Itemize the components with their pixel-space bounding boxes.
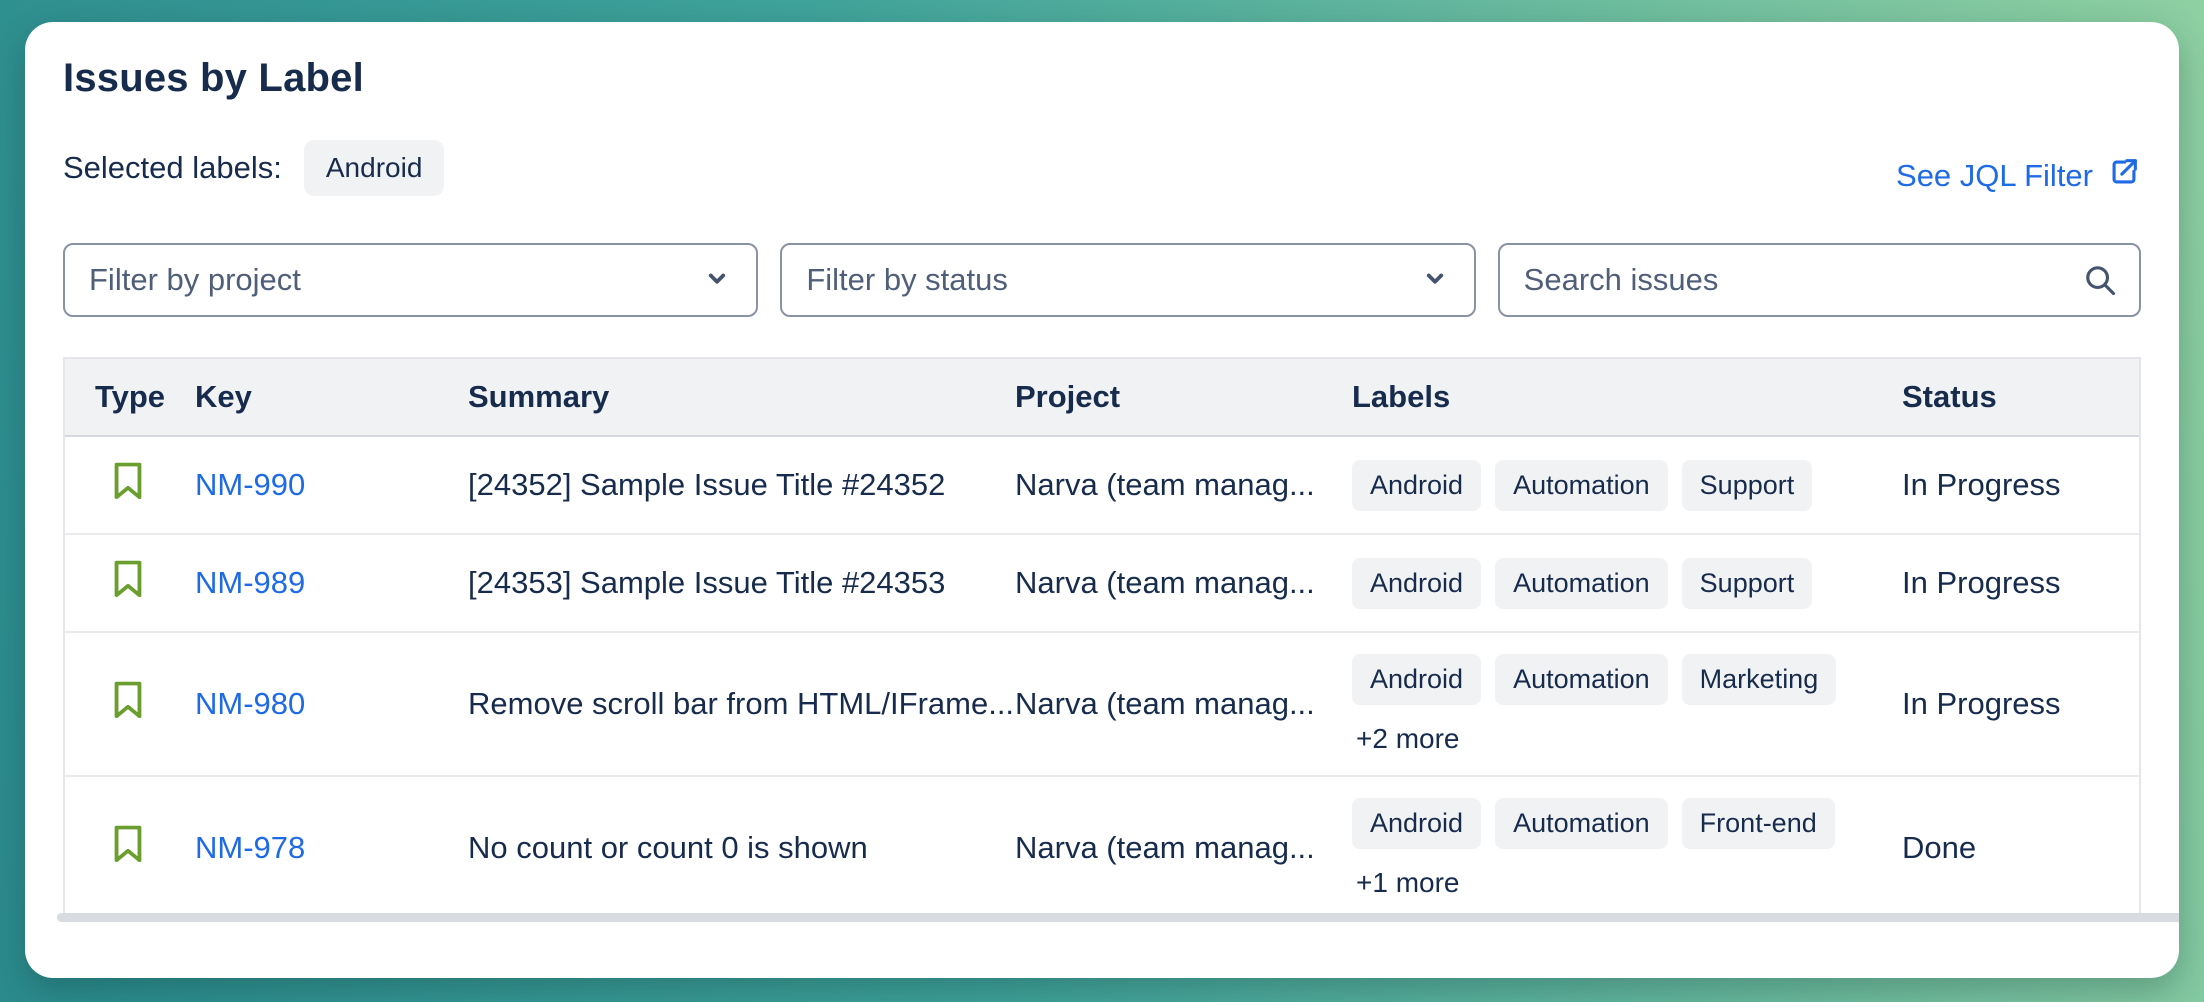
column-header-labels: Labels (1352, 379, 1902, 415)
bookmark-icon (110, 558, 146, 608)
issues-table: TypeKeySummaryProjectLabelsStatus NM-990… (63, 357, 2141, 917)
issue-labels-cell: Android Automation Support (1352, 460, 1902, 511)
column-header-summary: Summary (468, 379, 1015, 415)
issue-summary: No count or count 0 is shown (468, 830, 1015, 866)
issue-summary: [24352] Sample Issue Title #24352 (468, 467, 1015, 503)
issue-key-link[interactable]: NM-978 (195, 830, 305, 865)
bookmark-icon (110, 460, 146, 510)
see-jql-filter-label: See JQL Filter (1896, 158, 2093, 194)
issue-project: Narva (team manag... (1015, 686, 1352, 722)
issue-key-cell: NM-990 (195, 467, 468, 503)
status-filter-placeholder: Filter by status (806, 262, 1008, 298)
label-chip: Support (1682, 558, 1813, 609)
more-labels-link[interactable]: +2 more (1356, 723, 1902, 755)
label-chip: Android (1352, 460, 1481, 511)
label-chip: Marketing (1682, 654, 1837, 705)
issue-status: In Progress (1902, 467, 2139, 503)
issue-key-cell: NM-989 (195, 565, 468, 601)
issue-status: In Progress (1902, 686, 2139, 722)
labels-bar: Selected labels: Android See JQL Filter (63, 139, 2141, 197)
issue-project: Narva (team manag... (1015, 467, 1352, 503)
selected-label-chip[interactable]: Android (304, 140, 445, 196)
column-header-project: Project (1015, 379, 1352, 415)
search-field-wrap (1498, 243, 2141, 317)
status-filter-dropdown[interactable]: Filter by status (780, 243, 1475, 317)
chevron-down-icon (702, 263, 732, 298)
issue-key-cell: NM-980 (195, 686, 468, 722)
see-jql-filter-link[interactable]: See JQL Filter (1896, 155, 2141, 197)
column-header-key: Key (195, 379, 468, 415)
label-chip-row: Android Automation Marketing (1352, 654, 1902, 705)
table-row: NM-989 [24353] Sample Issue Title #24353… (65, 535, 2139, 633)
issue-key-link[interactable]: NM-980 (195, 686, 305, 721)
project-filter-placeholder: Filter by project (89, 262, 301, 298)
issue-status: Done (1902, 830, 2139, 866)
bookmark-icon (110, 679, 146, 729)
bookmark-icon (110, 823, 146, 873)
issue-type-cell (65, 460, 195, 510)
horizontal-scrollbar[interactable] (57, 913, 2179, 922)
table-row: NM-980 Remove scroll bar from HTML/IFram… (65, 633, 2139, 777)
issue-key-cell: NM-978 (195, 830, 468, 866)
column-header-status: Status (1902, 379, 2139, 415)
filter-row: Filter by project Filter by status (63, 243, 2141, 317)
label-chip-row: Android Automation Support (1352, 460, 1902, 511)
issue-key-link[interactable]: NM-989 (195, 565, 305, 600)
label-chip: Support (1682, 460, 1813, 511)
label-chip: Automation (1495, 558, 1668, 609)
issue-type-cell (65, 823, 195, 873)
label-chip: Front-end (1682, 798, 1835, 849)
issue-summary: Remove scroll bar from HTML/IFrame... (468, 686, 1015, 722)
more-labels-link[interactable]: +1 more (1356, 867, 1902, 899)
search-input[interactable] (1498, 243, 2141, 317)
issue-type-cell (65, 558, 195, 608)
issues-by-label-panel: Issues by Label Selected labels: Android… (25, 22, 2179, 978)
chevron-down-icon (1420, 263, 1450, 298)
selected-labels-group: Selected labels: Android (63, 140, 444, 196)
issue-key-link[interactable]: NM-990 (195, 467, 305, 502)
label-chip: Android (1352, 654, 1481, 705)
label-chip: Automation (1495, 654, 1668, 705)
issue-project: Narva (team manag... (1015, 565, 1352, 601)
label-chip-row: Android Automation Support (1352, 558, 1902, 609)
selected-labels-caption: Selected labels: (63, 150, 282, 186)
issue-labels-cell: Android Automation Support (1352, 558, 1902, 609)
label-chip-row: Android Automation Front-end (1352, 798, 1902, 849)
page-title: Issues by Label (63, 56, 2141, 101)
table-row: NM-978 No count or count 0 is shown Narv… (65, 777, 2139, 917)
issue-project: Narva (team manag... (1015, 830, 1352, 866)
table-row: NM-990 [24352] Sample Issue Title #24352… (65, 437, 2139, 535)
issue-status: In Progress (1902, 565, 2139, 601)
table-body: NM-990 [24352] Sample Issue Title #24352… (65, 437, 2139, 917)
issue-labels-cell: Android Automation Front-end +1 more (1352, 798, 1902, 899)
issue-type-cell (65, 679, 195, 729)
project-filter-dropdown[interactable]: Filter by project (63, 243, 758, 317)
column-header-type: Type (65, 379, 195, 415)
label-chip: Automation (1495, 460, 1668, 511)
external-link-icon (2107, 155, 2141, 197)
issue-labels-cell: Android Automation Marketing +2 more (1352, 654, 1902, 755)
issue-summary: [24353] Sample Issue Title #24353 (468, 565, 1015, 601)
search-icon (2081, 261, 2119, 304)
table-header: TypeKeySummaryProjectLabelsStatus (65, 359, 2139, 437)
label-chip: Automation (1495, 798, 1668, 849)
label-chip: Android (1352, 798, 1481, 849)
label-chip: Android (1352, 558, 1481, 609)
